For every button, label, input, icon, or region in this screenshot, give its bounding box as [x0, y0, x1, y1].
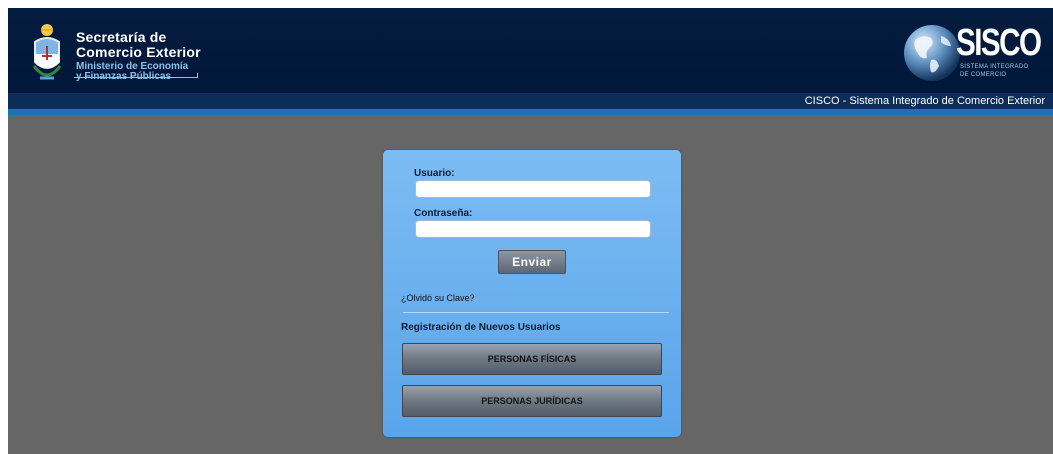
login-panel: Usuario: Contraseña: Enviar ¿Olvidó su C…: [383, 150, 681, 437]
logo-line-2: Comercio Exterior: [76, 44, 201, 60]
page-frame: Secretaría de Comercio Exterior Minister…: [8, 8, 1053, 454]
usuario-label: Usuario:: [414, 168, 455, 179]
sisco-logo-text: SISCO: [956, 22, 1042, 64]
secretaria-logo-text: Secretaría de Comercio Exterior Minister…: [76, 30, 201, 82]
header-banner: Secretaría de Comercio Exterior Minister…: [8, 8, 1053, 93]
header-stripe: [8, 109, 1053, 115]
usuario-input[interactable]: [415, 180, 651, 198]
system-subtitle: CISCO - Sistema Integrado de Comercio Ex…: [804, 95, 1045, 107]
password-input[interactable]: [415, 220, 651, 238]
submit-button[interactable]: Enviar: [498, 250, 566, 274]
globe-icon: [904, 25, 960, 81]
registration-title: Registración de Nuevos Usuarios: [401, 322, 561, 333]
sisco-logo-subtitle-1: SISTEMA INTEGRADO: [960, 64, 1029, 70]
forgot-password-link[interactable]: ¿Olvidó su Clave?: [401, 293, 475, 303]
logo-line-1: Secretaría de: [76, 29, 167, 45]
divider: [403, 312, 669, 313]
personas-juridicas-button[interactable]: PERSONAS JURÍDICAS: [402, 385, 662, 417]
coat-of-arms-icon: [32, 24, 62, 80]
personas-fisicas-button[interactable]: PERSONAS FÍSICAS: [402, 343, 662, 375]
password-label: Contraseña:: [414, 208, 473, 219]
sisco-logo-subtitle-2: DE COMERCIO: [960, 72, 1007, 78]
logo-underline: [74, 73, 198, 78]
